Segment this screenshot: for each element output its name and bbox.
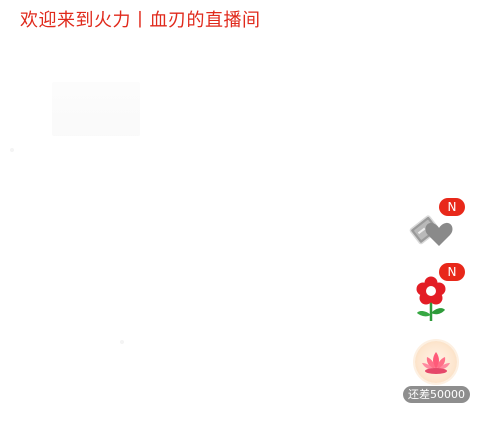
lotus-gift-icon <box>422 352 450 374</box>
faded-dot <box>120 340 124 344</box>
lotus-gift-circle <box>415 341 457 383</box>
faded-dot <box>10 148 14 152</box>
remaining-value: 50000 <box>430 388 465 401</box>
welcome-banner: 欢迎来到火力丨血刃的直播间 <box>20 10 261 31</box>
fan-club-heart-icon <box>409 215 453 246</box>
flower-new-badge: N <box>439 263 465 281</box>
red-flower-icon <box>416 276 446 321</box>
remaining-count-pill: 还差50000 <box>403 386 470 403</box>
fan-club-new-badge: N <box>439 198 465 216</box>
live-room-overlay: 欢迎来到火力丨血刃的直播间 N N 还差50000 <box>0 0 479 426</box>
faded-background-area <box>52 82 140 136</box>
remaining-label: 还差 <box>408 388 430 401</box>
